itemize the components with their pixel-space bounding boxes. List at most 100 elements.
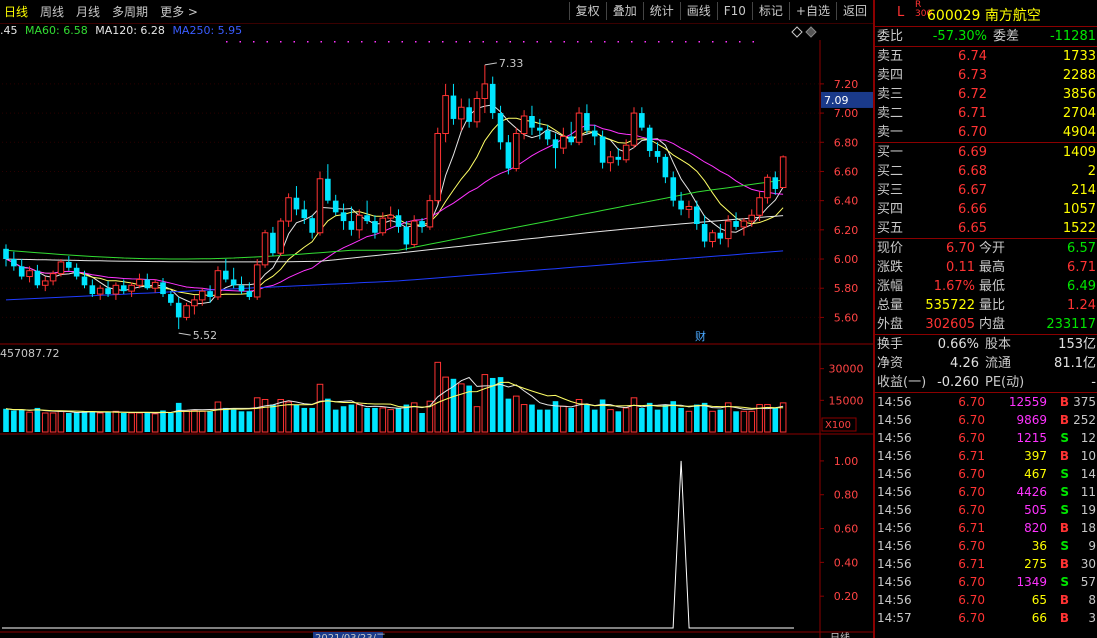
event-dot [509,41,511,43]
tick-time: 14:56 [877,575,912,589]
candle-body [348,221,355,230]
stat-label: 涨跌 [877,260,904,275]
candle [316,171,324,236]
candle [442,83,449,143]
weibi-section: 委比 -57.30% 委差 -11281 [875,27,1097,47]
volume-bar [630,397,638,433]
volume-bar [355,404,363,433]
event-dot [550,41,552,43]
tick-side: S [1060,539,1069,553]
event-dot [455,41,457,43]
indicator-tick-label: 0.60 [834,523,859,536]
level-l-mark: L [897,5,905,20]
event-dot [658,41,660,43]
tick-price: 6.70 [958,575,985,589]
candle [584,104,590,134]
volume-bar [678,407,684,432]
candle [3,244,9,267]
indicator-series [2,460,794,629]
candle [151,279,159,293]
sell-price: 6.73 [958,68,987,83]
candle-body [238,285,245,292]
volume-bar [57,410,65,433]
volume-bar [584,404,590,432]
stat-value-2: 1.24 [1067,298,1096,313]
candle-body [73,267,80,277]
tick-price: 6.70 [958,611,985,625]
candle-body [112,284,120,295]
candle-body [630,112,638,146]
candle-body [403,226,410,245]
event-dot [496,41,498,43]
buy-level: 买一 6.69 1409 [875,143,1097,162]
info-row: 净资 4.26 流通 81.1亿 [875,354,1097,373]
candle-body [450,95,457,119]
candle-body [537,127,543,131]
candle-body [529,116,535,128]
tick-price: 6.70 [958,467,985,481]
candle-body [419,221,425,227]
candle [73,263,80,280]
quote-panel: L R 300 600029 南方航空 委比 -57.30% 委差 -11281 … [873,0,1097,638]
tick-price: 6.70 [958,413,985,427]
volume-bar [128,412,135,433]
volume-bar [340,406,347,432]
candle-body [261,232,269,266]
stock-code-name[interactable]: 600029 南方航空 [927,5,1041,25]
candle [34,264,41,289]
kline-chart[interactable]: 7.20 7.00 6.80 6.60 6.40 6.20 6.00 5.80 5.60 7.09… [0,0,873,638]
event-dot [239,41,241,43]
sell-label: 卖四 [877,68,904,83]
info-value-2: - [1091,375,1096,390]
ma10-line [5,117,784,297]
candle-body [639,113,645,128]
price-tick-label: 5.80 [834,282,859,295]
sell-level: 卖五 6.74 1733 [875,47,1097,66]
volume-bar [96,412,104,433]
sell-level: 卖四 6.73 2288 [875,66,1097,85]
candle [560,127,567,154]
event-dot [752,41,754,43]
buy-price: 6.68 [958,164,987,179]
candle [466,98,472,128]
tick-count: 12 [1080,431,1096,445]
event-dot [401,41,403,43]
candle [458,98,465,131]
ma120-line [5,215,784,263]
volume-bar [724,402,732,433]
volume-bar [223,407,229,432]
buy-level: 买四 6.66 1057 [875,200,1097,219]
tick-time: 14:56 [877,413,912,427]
sell-label: 卖五 [877,49,904,64]
volume-bar [3,408,9,432]
candle [662,153,669,184]
buy-label: 买二 [877,164,904,179]
candle-body [96,287,104,295]
candle [128,282,135,297]
volume-bar [779,402,787,433]
tick-count: 14 [1080,467,1096,481]
candle [112,282,120,300]
tick-count: 8 [1088,593,1096,607]
candle-body [160,282,166,295]
tick-volume: 1349 [1016,575,1047,589]
candle-body [395,215,402,227]
event-dot [361,41,363,43]
candle-body [198,290,206,301]
candle-body [136,278,143,286]
candle [230,267,237,289]
candle-body [89,285,96,295]
ma5-line [5,104,784,305]
candle-body [301,209,308,219]
candle [183,302,190,321]
volume-bar [403,404,410,432]
tick-time: 14:56 [877,593,912,607]
event-dot [563,41,565,43]
buy-price: 6.66 [958,202,987,217]
tick-row: 14:56 6.70 4426 S 11 [875,483,1097,501]
stat-label: 现价 [877,241,904,256]
tick-price: 6.70 [958,503,985,517]
candle [387,206,394,227]
volume-bar [270,404,276,432]
volume-bar [591,409,598,432]
